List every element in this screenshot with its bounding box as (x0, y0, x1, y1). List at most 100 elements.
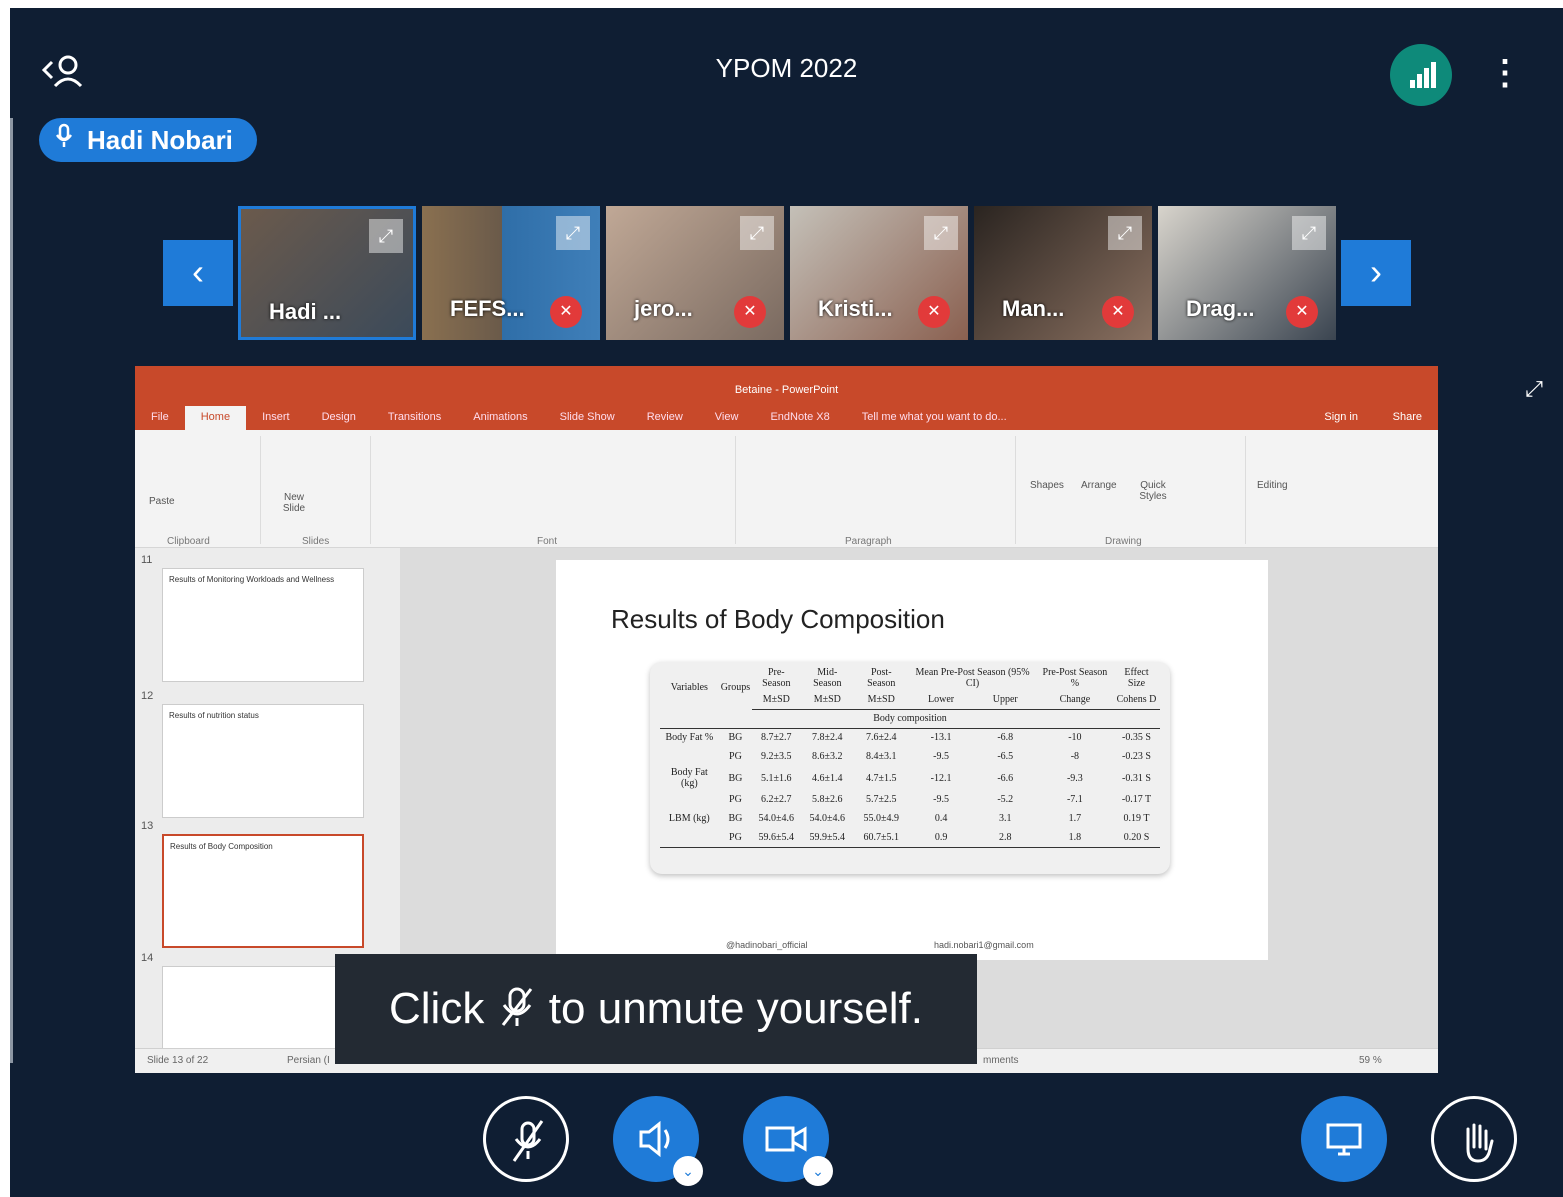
active-speaker-badge: Hadi Nobari (39, 118, 257, 162)
expand-icon[interactable]: ⤢ (740, 216, 774, 250)
new-slide-button[interactable]: New Slide (281, 492, 307, 514)
table-cell: 9.2±3.5 (761, 751, 792, 762)
ppt-share-button[interactable]: Share (1393, 411, 1422, 423)
instagram-handle: @hadinobari_official (726, 940, 808, 950)
table-cell: 0.20 S (1113, 828, 1160, 848)
muted-microphone-icon (497, 984, 549, 1033)
ppt-window-title: Betaine - PowerPoint (734, 384, 839, 396)
signal-bars-icon[interactable] (1390, 44, 1452, 106)
table-header: Post- Season (867, 667, 896, 689)
table-header: Mean Pre-Post Season (95% CI) (915, 667, 1030, 689)
ribbon-separator (1245, 436, 1246, 544)
table-cell: LBM (kg) (668, 813, 710, 824)
shapes-button[interactable]: Shapes (1030, 480, 1064, 491)
table-cell: -6.5 (997, 751, 1014, 762)
expand-icon[interactable]: ⤢ (924, 216, 958, 250)
kebab-menu-icon[interactable]: ⋮ (1488, 48, 1522, 98)
ppt-tab[interactable]: Animations (457, 406, 543, 430)
table-cell: 5.1±1.6 (761, 772, 792, 784)
ppt-tab-bar: File Home Insert Design Transitions Anim… (135, 406, 1023, 430)
participant-tile[interactable]: ⤢ jero... ✕ (606, 206, 784, 340)
ppt-tab[interactable]: Insert (246, 406, 306, 430)
participant-tile[interactable]: ⤢ Drag... ✕ (1158, 206, 1336, 340)
audio-button[interactable]: ⌄ (613, 1096, 703, 1186)
slide-thumbnail[interactable]: Results of nutrition status (162, 704, 364, 818)
table-cell (660, 828, 719, 848)
arrange-button[interactable]: Arrange (1081, 480, 1117, 491)
slide-thumbnail-selected[interactable]: Results of Body Composition (162, 834, 364, 948)
ppt-tab[interactable]: File (135, 406, 185, 430)
mute-toggle-button[interactable] (483, 1096, 569, 1182)
expand-icon[interactable]: ⤢ (1292, 216, 1326, 250)
participant-name: Hadi ... (269, 299, 342, 324)
expand-icon[interactable]: ⤢ (556, 216, 590, 250)
ppt-tab[interactable]: Slide Show (544, 406, 631, 430)
expand-icon[interactable]: ⤢ (1108, 216, 1142, 250)
table-subheader: Cohens D (1113, 690, 1160, 710)
table-cell: 8.6±3.2 (812, 751, 843, 762)
table-row: LBM (kg) BG 54.0±4.6 54.0±4.6 55.0±4.9 0.4 3.1… (660, 809, 1160, 828)
ribbon-group-label: Slides (302, 536, 330, 547)
comments-button[interactable]: mments (983, 1055, 1019, 1066)
participant-tile[interactable]: ⤢ Kristi... ✕ (790, 206, 968, 340)
thumbs-prev-button[interactable]: ‹ (163, 240, 233, 306)
expand-icon[interactable]: ⤢ (369, 219, 403, 253)
table-cell: BG (728, 732, 743, 744)
ppt-tab-home[interactable]: Home (184, 406, 247, 430)
table-cell: Body Fat % (665, 732, 714, 744)
ppt-tab[interactable]: Review (631, 406, 699, 430)
results-table-card: Variables Groups Pre-Season Mid- Season … (650, 662, 1170, 874)
table-cell: -0.17 T (1121, 794, 1152, 805)
toast-prefix: Click (389, 984, 485, 1033)
active-speaker-name: Hadi Nobari (87, 125, 233, 155)
quick-styles-button[interactable]: Quick Styles (1135, 480, 1171, 502)
screen-share-button[interactable] (1301, 1096, 1387, 1182)
table-cell: 1.7 (1068, 813, 1082, 824)
camera-button[interactable]: ⌄ (743, 1096, 833, 1186)
fullscreen-icon[interactable]: ⤢ (1516, 376, 1552, 412)
zoom-level[interactable]: 59 % (1359, 1055, 1382, 1066)
slide-thumbnail[interactable]: Results of Monitoring Workloads and Well… (162, 568, 364, 682)
slide-title: Results of Body Composition (611, 604, 945, 634)
slide-counter: Slide 13 of 22 (147, 1055, 209, 1066)
table-header: Pre-Post Season % (1042, 667, 1108, 689)
ppt-tab[interactable]: View (699, 406, 755, 430)
table-header: Pre-Season (762, 667, 791, 689)
chevron-down-icon[interactable]: ⌄ (673, 1156, 703, 1186)
participant-tile[interactable]: ⤢ Man... ✕ (974, 206, 1152, 340)
thumbs-next-button[interactable]: › (1341, 240, 1411, 306)
raise-hand-button[interactable] (1431, 1096, 1517, 1182)
screen-share-icon (1301, 1096, 1387, 1182)
table-cell: 8.7±2.7 (761, 732, 792, 744)
participant-name: Man... (1002, 296, 1065, 321)
paste-button[interactable]: Paste (149, 496, 175, 507)
table-cell: 8.4±3.1 (866, 751, 897, 762)
table-row: Body Fat (kg) BG 5.1±1.6 4.6±1.4 4.7±1.5 -12.… (660, 766, 1160, 790)
table-cell: 59.9±5.4 (800, 828, 855, 848)
table-cell: 0.9 (908, 828, 974, 848)
table-cell: Body Fat (kg) (670, 767, 708, 789)
table-cell: -5.2 (997, 794, 1014, 805)
chevron-down-icon[interactable]: ⌄ (803, 1156, 833, 1186)
muted-microphone-icon: ✕ (1102, 296, 1134, 328)
meeting-title: YPOM 2022 (715, 53, 858, 83)
ribbon-group-label: Clipboard (167, 536, 210, 547)
ppt-tab[interactable]: Transitions (372, 406, 457, 430)
muted-microphone-icon (486, 1099, 566, 1179)
editing-button[interactable]: Editing (1257, 480, 1288, 491)
table-cell: -12.1 (930, 772, 952, 784)
unmute-hint-toast: Click to unmute yourself. (335, 954, 977, 1064)
participant-tile[interactable]: ⤢ FEFS... ✕ (422, 206, 600, 340)
table-cell: 3.1 (999, 813, 1012, 824)
ppt-tab[interactable]: EndNote X8 (754, 406, 845, 430)
table-subheader: M±SD (800, 690, 855, 710)
ppt-tell-me[interactable]: Tell me what you want to do... (846, 406, 1023, 430)
table-cell: BG (728, 813, 743, 824)
table-cell: PG (729, 751, 742, 762)
participant-tile[interactable]: ⤢ Hadi ... (238, 206, 416, 340)
slide-number: 14 (141, 952, 154, 964)
ppt-sign-in[interactable]: Sign in (1324, 411, 1358, 423)
ppt-tab[interactable]: Design (306, 406, 372, 430)
toast-suffix: to unmute yourself. (548, 984, 923, 1033)
table-cell: 55.0±4.9 (863, 813, 900, 824)
